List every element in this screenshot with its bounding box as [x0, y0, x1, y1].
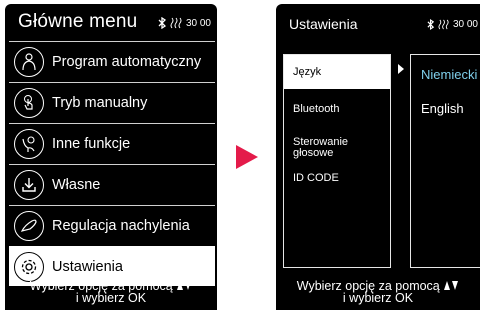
bluetooth-icon: [158, 17, 166, 29]
language-option-english[interactable]: English: [421, 101, 464, 116]
main-menu-list: Program automatyczny Tryb manualny Inne …: [9, 41, 215, 286]
settings-list: Język Bluetooth Sterowanie głosowe ID CO…: [283, 54, 391, 268]
menu-item-label: Tryb manualny: [52, 95, 148, 111]
up-down-arrows-icon: [444, 281, 459, 290]
settings-item-bluetooth[interactable]: Bluetooth: [284, 103, 390, 115]
menu-item-label: Regulacja nachylenia: [52, 218, 190, 234]
footer-hint-line2: i wybierz OK: [75, 291, 147, 305]
page-title: Główne menu: [18, 11, 138, 32]
hand-touch-icon: [14, 88, 44, 118]
menu-item-label: Program automatyczny: [52, 54, 202, 70]
page-title: Ustawienia: [289, 16, 358, 32]
status-bar: 30 00: [158, 17, 211, 29]
footer-hint: Wybierz opcję za pomocą i wybierz OK: [5, 280, 217, 310]
massage-hand-icon: [14, 129, 44, 159]
language-option-niemiecki[interactable]: Niemiecki: [421, 67, 477, 82]
menu-item-label: Własne: [52, 177, 101, 193]
settings-screen: Ustawienia 30 00 Język Bluetooth Sterowa…: [276, 4, 480, 310]
up-down-arrows-icon: [177, 281, 192, 290]
status-bar: 30 00: [427, 19, 478, 30]
menu-item-tryb-manualny[interactable]: Tryb manualny: [9, 82, 215, 123]
menu-item-label: Inne funkcje: [52, 136, 131, 152]
menu-item-inne-funkcje[interactable]: Inne funkcje: [9, 123, 215, 164]
header: Główne menu 30 00: [5, 4, 217, 40]
menu-item-regulacja-nachylenia[interactable]: Regulacja nachylenia: [9, 205, 215, 246]
body-outline-icon: [14, 47, 44, 77]
selection-pointer-icon: [398, 64, 404, 74]
gear-icon: [14, 252, 44, 282]
heat-icon: [438, 19, 449, 30]
bluetooth-icon: [427, 19, 435, 30]
transition-arrow-icon: [236, 145, 258, 169]
menu-item-program-automatyczny[interactable]: Program automatyczny: [9, 41, 215, 82]
timer-text: 30 00: [185, 17, 211, 29]
timer-text: 30 00: [452, 19, 478, 30]
download-icon: [14, 170, 44, 200]
main-menu-screen: Główne menu 30 00 Program automatyczny T…: [5, 4, 217, 310]
footer-hint: Wybierz opcję za pomocą i wybierz OK: [276, 280, 480, 310]
settings-item-sterowanie-glosowe[interactable]: Sterowanie głosowe: [284, 137, 364, 159]
menu-item-wlasne[interactable]: Własne: [9, 164, 215, 205]
recline-chair-icon: [14, 211, 44, 241]
heat-icon: [170, 17, 182, 29]
menu-item-label: Ustawienia: [52, 258, 123, 275]
settings-item-jezyk[interactable]: Język: [284, 55, 390, 89]
language-options: Niemiecki English: [410, 54, 480, 268]
footer-hint-line2: i wybierz OK: [342, 291, 414, 305]
settings-item-id-code[interactable]: ID CODE: [284, 172, 390, 184]
